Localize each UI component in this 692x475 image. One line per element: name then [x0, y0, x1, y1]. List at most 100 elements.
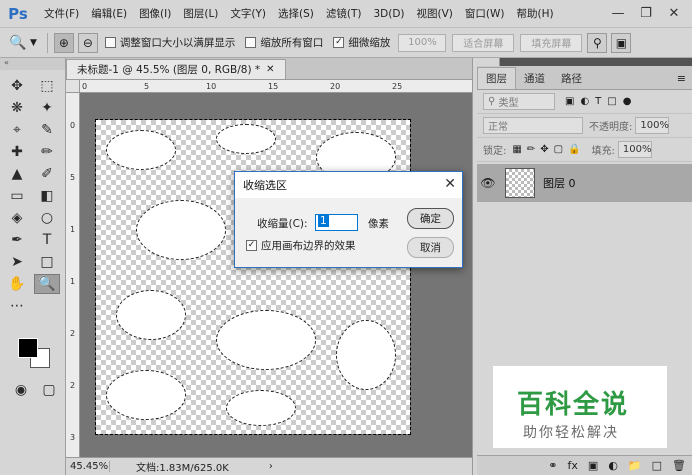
zoom-tool-preset-icon[interactable]: 🔍 — [6, 32, 30, 54]
opacity-field[interactable]: 100% — [635, 117, 670, 134]
watermark-subtitle: 助你轻松解决 — [523, 425, 619, 441]
chevron-right-icon[interactable]: › — [269, 461, 273, 472]
link-icon[interactable]: ⚭ — [548, 459, 557, 472]
scrubby-zoom-checkbox[interactable]: ✓ 细微缩放 — [333, 35, 390, 50]
new-layer-icon[interactable]: □ — [652, 459, 662, 472]
more-tools-icon[interactable]: ⋯ — [4, 296, 30, 316]
apply-canvas-bounds-checkbox[interactable]: ✓ 应用画布边界的效果 — [246, 238, 356, 253]
hand-tool-icon[interactable]: ✋ — [4, 274, 30, 294]
quick-mask-icon[interactable]: ◉ — [8, 380, 34, 400]
fit-screen-button[interactable]: 适合屏幕 — [452, 33, 515, 52]
blur-tool-icon[interactable]: ◈ — [4, 208, 30, 228]
layer-row[interactable]: 👁 图层 0 — [477, 164, 692, 202]
checkbox-box[interactable] — [245, 37, 257, 48]
checkbox-box[interactable] — [104, 37, 116, 48]
unit-label: 像素 — [368, 218, 389, 230]
chevron-down-icon[interactable]: ▼ — [30, 38, 37, 48]
fill-screen-button[interactable]: 填充屏幕 — [520, 33, 583, 52]
menu-layer[interactable]: 图层(L) — [177, 6, 224, 21]
menu-help[interactable]: 帮助(H) — [511, 6, 560, 21]
path-selection-tool-icon[interactable]: ➤ — [4, 252, 30, 272]
contract-selection-dialog: 收缩选区 ✕ 收缩量(C): 1 像素 ✓ 应用画布边界的效果 确定 取消 — [234, 171, 463, 268]
gradient-tool-icon[interactable]: ◧ — [34, 186, 60, 206]
horizontal-ruler[interactable]: 0 5 10 15 20 25 — [80, 80, 472, 93]
layer-name[interactable]: 图层 0 — [543, 175, 576, 191]
filter-icons[interactable]: ▣◐T□● — [565, 96, 637, 107]
eraser-tool-icon[interactable]: ▭ — [4, 186, 30, 206]
close-icon[interactable]: ✕ — [660, 2, 688, 24]
menu-filter[interactable]: 滤镜(T) — [320, 6, 368, 21]
checkbox-box[interactable]: ✓ — [333, 37, 345, 48]
resize-windows-checkbox[interactable]: 调整窗口大小以满屏显示 — [104, 35, 236, 50]
type-tool-icon[interactable]: T — [34, 230, 60, 250]
eye-visibility-icon[interactable]: 👁 — [477, 176, 499, 190]
ok-button[interactable]: 确定 — [407, 208, 454, 229]
lock-icons[interactable]: ▦✏✥▢🔒 — [512, 144, 585, 155]
blend-mode-select[interactable]: 正常 — [483, 117, 583, 134]
group-folder-icon[interactable]: 📁 — [628, 459, 642, 472]
contract-amount-input[interactable]: 1 — [315, 214, 358, 231]
maximize-icon[interactable]: ❐ — [632, 2, 660, 24]
menu-file[interactable]: 文件(F) — [38, 6, 85, 21]
trash-icon[interactable]: 🗑 — [672, 459, 686, 472]
layer-filter-row: ⚲ 类型 ▣◐T□● — [477, 90, 692, 114]
selection-shape — [226, 390, 296, 426]
ruler-label: 25 — [392, 82, 403, 91]
vertical-ruler[interactable]: 0 5 1 1 2 2 3 — [66, 93, 80, 457]
panel-menu-icon[interactable]: ≡ — [677, 72, 686, 85]
menu-type[interactable]: 文字(Y) — [224, 6, 272, 21]
dodge-tool-icon[interactable]: ○ — [34, 208, 60, 228]
zoom-all-checkbox[interactable]: 缩放所有窗口 — [245, 35, 323, 50]
tab-layers[interactable]: 图层 — [477, 67, 516, 89]
zoom-percent-field[interactable]: 100% — [398, 33, 447, 52]
adjustment-icon[interactable]: ◐ — [608, 459, 618, 472]
lasso-tool-icon[interactable]: ❋ — [4, 98, 30, 118]
zoom-out-button[interactable]: ⊖ — [77, 32, 98, 53]
fill-field[interactable]: 100% — [617, 141, 652, 158]
cancel-button[interactable]: 取消 — [407, 237, 454, 258]
eyedropper-tool-icon[interactable]: ✎ — [34, 120, 60, 140]
zoom-in-button[interactable]: ⊕ — [53, 32, 74, 53]
toolbox-collapse-handle[interactable]: « — [0, 58, 65, 70]
brush-tool-icon[interactable]: ✏ — [34, 142, 60, 162]
divider — [46, 32, 48, 53]
rectangle-tool-icon[interactable]: □ — [34, 252, 60, 272]
close-tab-icon[interactable]: ✕ — [266, 64, 274, 75]
mask-icon[interactable]: ▣ — [588, 459, 598, 472]
healing-brush-tool-icon[interactable]: ✚ — [4, 142, 30, 162]
pen-tool-icon[interactable]: ✒ — [4, 230, 30, 250]
color-swatches[interactable] — [14, 334, 58, 374]
menu-image[interactable]: 图像(I) — [133, 6, 177, 21]
resize-windows-label: 调整窗口大小以满屏显示 — [119, 37, 236, 49]
canvas-with-selection[interactable] — [95, 119, 411, 435]
menu-3d[interactable]: 3D(D) — [367, 8, 410, 20]
foreground-color-swatch[interactable] — [18, 338, 38, 358]
menu-view[interactable]: 视图(V) — [411, 6, 459, 21]
ruler-label: 0 — [70, 121, 76, 130]
search-icon[interactable]: ⚲ — [587, 32, 608, 53]
menu-edit[interactable]: 编辑(E) — [85, 6, 133, 21]
workspace-icon[interactable]: ▣ — [611, 32, 632, 53]
zoom-tool-icon[interactable]: 🔍 — [34, 274, 60, 294]
tab-channels[interactable]: 通道 — [516, 67, 553, 89]
search-icon: ⚲ — [488, 96, 499, 107]
crop-tool-icon[interactable]: ⌖ — [4, 120, 30, 140]
tab-paths[interactable]: 路径 — [553, 67, 590, 89]
ruler-label: 5 — [144, 82, 150, 91]
minimize-icon[interactable]: — — [604, 2, 632, 24]
screen-mode-icon[interactable]: ▢ — [36, 380, 62, 400]
clone-stamp-tool-icon[interactable]: ▲ — [4, 164, 30, 184]
ruler-label: 15 — [268, 82, 279, 91]
marquee-tool-icon[interactable]: ⬚ — [34, 76, 60, 96]
fx-icon[interactable]: fx — [568, 459, 578, 472]
document-tab[interactable]: 未标题-1 @ 45.5% (图层 0, RGB/8) * ✕ — [66, 59, 286, 79]
close-icon[interactable]: ✕ — [444, 176, 456, 192]
layer-filter-select[interactable]: ⚲ 类型 — [483, 93, 555, 110]
magic-wand-tool-icon[interactable]: ✦ — [34, 98, 60, 118]
history-brush-tool-icon[interactable]: ✐ — [34, 164, 60, 184]
checkbox-box[interactable]: ✓ — [246, 240, 257, 251]
menu-window[interactable]: 窗口(W) — [459, 6, 511, 21]
move-tool-icon[interactable]: ✥ — [4, 76, 30, 96]
menu-select[interactable]: 选择(S) — [272, 6, 320, 21]
zoom-status[interactable]: 45.45% — [66, 461, 110, 472]
